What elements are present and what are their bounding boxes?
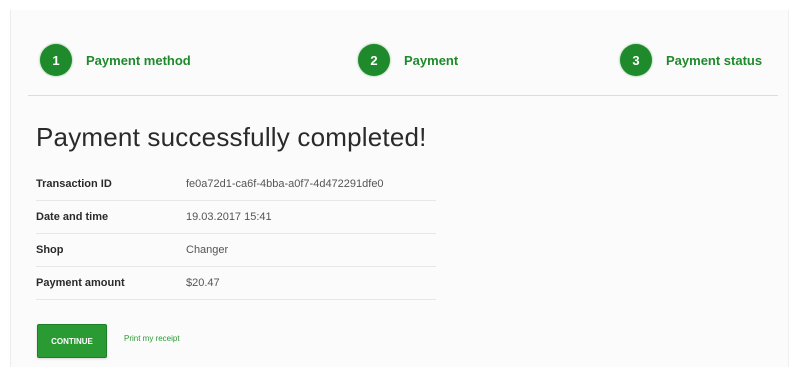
step-label: Payment status [666, 52, 763, 68]
table-row: Payment amount $20.47 [36, 266, 436, 300]
detail-key-date-time: Date and time [36, 200, 186, 234]
detail-key-payment-amount: Payment amount [36, 266, 186, 300]
detail-value-transaction-id: fe0a72d1-ca6f-4bba-a0f7-4d472291dfe0 [186, 168, 436, 201]
step-number-badge: 1 [40, 44, 72, 76]
step-number-badge: 2 [358, 44, 390, 76]
print-receipt-link[interactable]: Print my receipt [124, 334, 180, 343]
continue-button[interactable]: CONTINUE [37, 324, 107, 358]
page-title: Payment successfully completed! [36, 122, 427, 152]
transaction-details-table: Transaction ID fe0a72d1-ca6f-4bba-a0f7-4… [36, 168, 436, 300]
table-row: Shop Changer [36, 233, 436, 267]
detail-key-transaction-id: Transaction ID [36, 168, 186, 201]
detail-value-date-time: 19.03.2017 15:41 [186, 200, 436, 234]
detail-value-shop: Changer [186, 233, 436, 267]
table-row: Transaction ID fe0a72d1-ca6f-4bba-a0f7-4… [36, 168, 436, 201]
step-label: Payment method [86, 52, 191, 68]
table-row: Date and time 19.03.2017 15:41 [36, 200, 436, 234]
step-number-badge: 3 [620, 44, 652, 76]
step-payment-status: 3 Payment status [620, 40, 762, 80]
steps-divider [28, 95, 778, 96]
detail-value-payment-amount: $20.47 [186, 266, 436, 300]
step-payment: 2 Payment [358, 40, 458, 80]
detail-key-shop: Shop [36, 233, 186, 267]
step-payment-method: 1 Payment method [40, 40, 191, 80]
progress-steps: 1 Payment method 2 Payment 3 Payment sta… [28, 40, 778, 80]
step-label: Payment [404, 52, 459, 68]
